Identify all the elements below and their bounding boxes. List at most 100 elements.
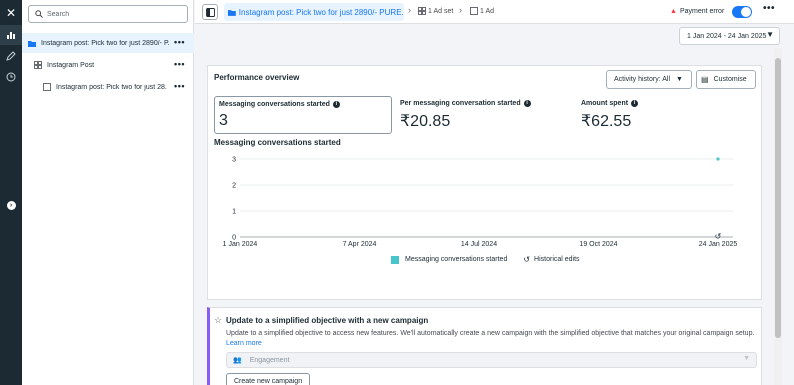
x-tick-label: 1 Jan 2024	[223, 241, 258, 248]
breadcrumb-label: Instagram post: Pick two for just 2890/-…	[238, 7, 404, 17]
more-options-icon[interactable]: •••	[174, 81, 185, 91]
chevron-right-icon: ›	[6, 200, 16, 210]
x-tick-label: 19 Oct 2024	[579, 241, 617, 248]
more-options-icon[interactable]: •••	[763, 3, 775, 14]
customise-button[interactable]: ▤ Customise	[696, 70, 756, 89]
edit-pencil-icon[interactable]	[0, 46, 22, 66]
warning-icon: ▲	[670, 8, 677, 15]
performance-overview-card: Performance overview Activity history: A…	[207, 65, 762, 300]
metric-label-row: Messaging conversations started i	[219, 101, 340, 108]
breadcrumb-label: 1 Ad set	[428, 7, 454, 15]
caret-down-icon: ▼	[743, 355, 750, 362]
card-title: Performance overview	[214, 73, 300, 82]
caret-down-icon: ▼	[676, 76, 683, 83]
ad-icon	[43, 83, 51, 91]
button-label: Create new campaign	[234, 377, 303, 385]
x-tick-label: 14 Jul 2024	[461, 241, 497, 248]
info-icon[interactable]: i	[523, 100, 531, 107]
date-range-picker[interactable]: 1 Jan 2024 - 24 Jan 2025 ▼	[679, 27, 780, 45]
toggle-knob	[741, 7, 751, 17]
people-icon: 👥	[233, 357, 242, 364]
upsell-title: Update to a simplified objective with a …	[226, 316, 429, 325]
star-icon: ☆	[214, 315, 223, 325]
breadcrumb-adset[interactable]: 1 Ad set	[418, 7, 453, 15]
expand-panel-button[interactable]: ›	[0, 195, 22, 215]
historical-edit-icon: ↺	[523, 255, 531, 264]
search-box[interactable]	[28, 5, 188, 23]
learn-more-link[interactable]: Learn more	[226, 340, 262, 347]
payment-error-label: Payment error	[679, 8, 725, 15]
chart-icon[interactable]	[0, 25, 22, 45]
metric-label: Per messaging conversation started	[400, 100, 521, 107]
data-point	[716, 157, 720, 161]
scrollbar-thumb[interactable]	[775, 58, 781, 338]
campaign-tree-sidebar: Instagram post: Pick two for just 2890/-…	[22, 0, 194, 385]
clock-icon[interactable]	[0, 67, 22, 87]
close-icon[interactable]: ✕	[0, 3, 22, 23]
page-scrollbar[interactable]	[774, 48, 782, 385]
more-options-icon[interactable]: •••	[174, 59, 185, 69]
metric-amount-spent[interactable]: Amount spent i ₹62.55	[577, 96, 727, 134]
x-tick-label: 24 Jan 2025	[699, 241, 738, 248]
y-tick-label: 3	[232, 157, 236, 164]
metric-label: Amount spent	[581, 100, 629, 107]
dropdown-label: Activity history: All	[614, 76, 671, 83]
line-chart: 01231 Jan 2024 7 Apr 2024 14 Jul 2024 19 Oc…	[223, 157, 738, 249]
toggle-sidebar-button[interactable]	[202, 4, 218, 20]
date-range-label: 1 Jan 2024 - 24 Jan 2025	[687, 32, 767, 40]
caret-down-icon: ▼	[766, 30, 774, 39]
metric-value: 3	[219, 112, 228, 129]
chevron-right-icon: ›	[459, 5, 462, 15]
breadcrumb-label: 1 Ad	[480, 7, 495, 15]
metric-value: ₹62.55	[581, 113, 632, 130]
metric-label-row: Amount spent i	[581, 100, 639, 107]
legend-swatch	[391, 255, 399, 264]
y-tick-label: 1	[232, 209, 236, 216]
breadcrumb-campaign[interactable]: Instagram post: Pick two for just 2890/-…	[224, 3, 404, 21]
tree-item-campaign[interactable]: Instagram post: Pick two for just 2890/-…	[22, 33, 194, 53]
grid-icon	[34, 61, 42, 69]
objective-select: 👥 Engagement ▼	[226, 352, 757, 368]
x-tick-label: 7 Apr 2024	[343, 241, 377, 248]
metric-cost-per-conversation[interactable]: Per messaging conversation started i ₹20.…	[396, 96, 566, 134]
ad-icon	[470, 7, 478, 15]
objective-value: Engagement	[249, 356, 290, 364]
tree-item-label: Instagram post: Pick two for just 2890/-…	[41, 39, 169, 47]
tree-item-ad[interactable]: Instagram post: Pick two for just 28... …	[22, 77, 194, 97]
metric-label-row: Per messaging conversation started i	[400, 100, 531, 107]
chevron-right-icon: ›	[408, 5, 411, 15]
grid-icon	[418, 7, 426, 15]
sidebar-panel-icon	[205, 7, 215, 17]
info-icon[interactable]: i	[631, 100, 639, 107]
folder-icon	[228, 9, 236, 16]
activity-history-dropdown[interactable]: Activity history: All ▼	[606, 70, 692, 89]
payment-error-status[interactable]: ▲ Payment error	[670, 8, 724, 15]
legend-series-label: Messaging conversations started	[405, 256, 508, 263]
search-input[interactable]	[47, 10, 177, 18]
tree-item-label: Instagram Post	[47, 61, 95, 69]
create-new-campaign-button[interactable]: Create new campaign	[226, 373, 311, 385]
search-icon	[35, 10, 43, 18]
tree-item-label: Instagram post: Pick two for just 28...	[56, 83, 167, 91]
legend-historical-label: Historical edits	[534, 256, 580, 263]
folder-icon	[28, 40, 36, 47]
left-rail: ✕ ›	[0, 0, 22, 385]
chart-legend: Messaging conversations started ↺ Histor…	[391, 255, 580, 264]
button-label: Customise	[713, 76, 747, 83]
legend-historical-edits: ↺ Historical edits	[523, 255, 579, 264]
y-tick-label: 2	[232, 183, 236, 190]
top-bar: Instagram post: Pick two for just 2890/-…	[195, 0, 794, 24]
simplified-objective-card: ☆ Update to a simplified objective with …	[207, 307, 762, 385]
metric-label: Messaging conversations started	[219, 101, 330, 108]
metric-value: ₹20.85	[400, 113, 451, 130]
historical-edit-marker: ↺	[715, 232, 722, 241]
breadcrumb-ad[interactable]: 1 Ad	[470, 7, 494, 15]
campaign-toggle-switch[interactable]	[732, 6, 752, 18]
info-icon[interactable]: i	[332, 101, 340, 108]
tree-item-adset[interactable]: Instagram Post •••	[22, 55, 194, 75]
upsell-description: Update to a simplified objective to acce…	[226, 329, 756, 349]
metric-messaging-conversations[interactable]: Messaging conversations started i 3	[214, 96, 392, 134]
more-options-icon[interactable]: •••	[174, 37, 185, 47]
upsell-description-text: Update to a simplified objective to acce…	[226, 330, 755, 337]
columns-icon: ▤	[701, 75, 709, 84]
